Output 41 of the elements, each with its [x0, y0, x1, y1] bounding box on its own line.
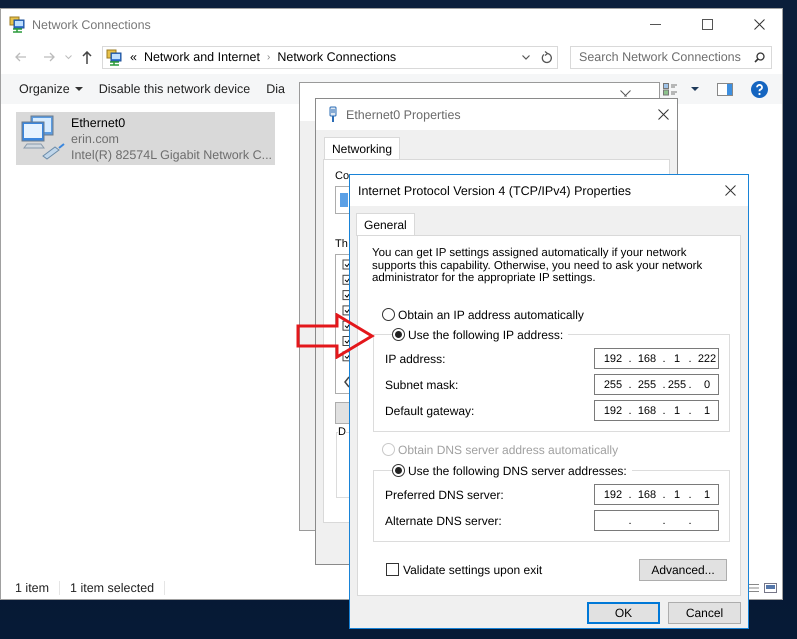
radio-button[interactable]: Use the following IP address:: [392, 326, 566, 344]
toolbar-button[interactable]: Disable this network device: [90, 77, 258, 101]
menu-button[interactable]: Organize: [11, 77, 91, 101]
radio-button[interactable]: Obtain an IP address automatically: [382, 306, 728, 324]
checkbox[interactable]: Validate settings upon exit: [386, 562, 542, 576]
network-connection-item[interactable]: Ethernet0 erin.com Intel(R) 82574L Gigabit Network C...: [16, 112, 276, 165]
dialog-title: Internet Protocol Version 4 (TCP/IPv4) Properties: [358, 184, 632, 198]
status-text: 1 item: [15, 581, 50, 595]
dialog-button[interactable]: OK: [587, 602, 660, 624]
field-label: Default gateway:: [385, 404, 474, 418]
advanced-button[interactable]: Advanced...: [639, 558, 727, 580]
breadcrumb-overflow[interactable]: «: [130, 50, 137, 64]
ip-address-field[interactable]: 192 . 168 . 1 . 222: [594, 348, 719, 369]
connection-name: Ethernet0: [71, 115, 126, 131]
window-title: Ethernet0 Properties: [346, 108, 461, 122]
ip-address-field[interactable]: 192 . 168 . 1 . 1: [594, 484, 719, 505]
description-text: You can get IP settings assigned automatically if your network supports this capability. Otherwise, you need to ask your network administrator for the appropriate IP settings.: [372, 247, 704, 284]
breadcrumb-item[interactable]: Network and Internet: [144, 50, 260, 64]
field-label: Preferred DNS server:: [385, 488, 504, 502]
dialog-button[interactable]: Cancel: [668, 602, 741, 624]
ip-address-field[interactable]: . . .: [594, 510, 719, 531]
toolbar-button[interactable]: Dia: [258, 77, 293, 101]
field-label: Co: [335, 170, 350, 182]
ip-address-field[interactable]: 192 . 168 . 1 . 1: [594, 400, 719, 421]
field-label: Subnet mask:: [385, 378, 458, 392]
connection-domain: erin.com: [71, 131, 120, 147]
address-bar[interactable]: « Network and Internet › Network Connections: [102, 46, 558, 68]
ip-address-field[interactable]: 255 . 255 . 255 . 0: [594, 374, 719, 395]
radio-button[interactable]: Use the following DNS server addresses:: [392, 462, 629, 480]
field-label: Alternate DNS server:: [385, 514, 502, 528]
tab[interactable]: Networking: [324, 137, 400, 160]
breadcrumb-item[interactable]: Network Connections: [277, 50, 396, 64]
status-text: 1 item selected: [70, 581, 154, 595]
window-title: Network Connections: [32, 18, 151, 32]
tab[interactable]: General: [356, 213, 415, 236]
group-label: D: [338, 426, 346, 438]
adapter-name: Intel(R) 82574L Gigabit Network C...: [71, 147, 272, 163]
field-label: IP address:: [385, 352, 446, 366]
breadcrumb-separator: ›: [267, 52, 270, 62]
field-label: Th: [335, 238, 348, 250]
search-field[interactable]: Search Network Connections: [570, 46, 772, 68]
